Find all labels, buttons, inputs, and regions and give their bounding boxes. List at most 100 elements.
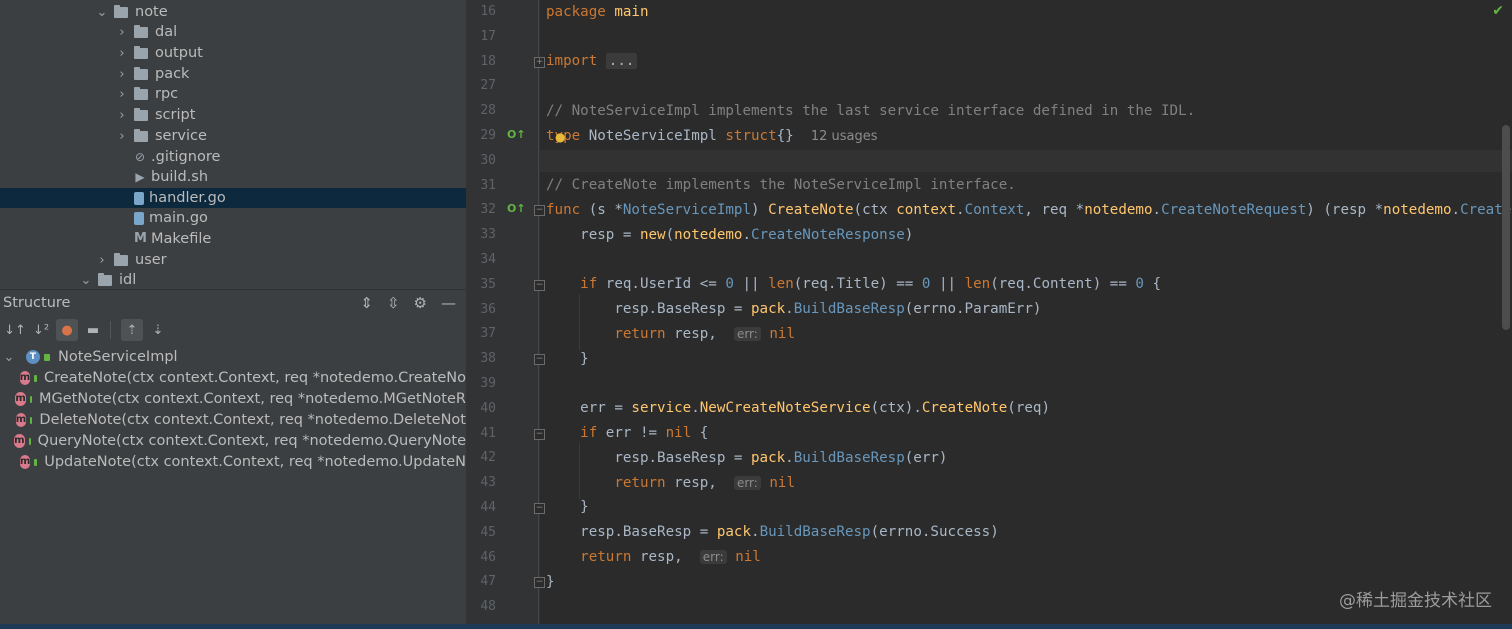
tree-item-label: service — [155, 128, 207, 144]
tree-item-rpc[interactable]: › rpc — [0, 84, 466, 104]
code-line-29[interactable]: type NoteServiceImpl struct{} 12 usages — [546, 126, 878, 147]
line-number: 33 — [480, 227, 496, 243]
structure-method-label: DeleteNote(ctx context.Context, req *not… — [39, 412, 466, 428]
structure-method[interactable]: m CreateNote(ctx context.Context, req *no… — [0, 368, 466, 388]
tree-item-build-sh[interactable]: ▶ build.sh — [0, 167, 466, 187]
tree-item-label: rpc — [155, 86, 179, 102]
tree-item-output[interactable]: › output — [0, 43, 466, 63]
fold-icon[interactable]: − — [534, 577, 545, 588]
show-fields-icon[interactable]: ● — [56, 319, 78, 341]
structure-method[interactable]: m QueryNote(ctx context.Context, req *not… — [0, 431, 466, 451]
code-line-46[interactable]: return resp, err: nil — [546, 547, 761, 567]
code-line-42[interactable]: resp.BaseResp = pack.BuildBaseResp(err) — [546, 448, 947, 468]
type-icon: T — [26, 350, 40, 364]
tree-item-label: dal — [155, 24, 178, 40]
show-folder-icon[interactable]: ▬ — [82, 319, 104, 341]
tree-item-makefile[interactable]: M Makefile — [0, 229, 466, 249]
fold-icon[interactable]: − — [534, 354, 545, 365]
line-number: 29 — [480, 128, 496, 143]
fold-icon[interactable]: − — [534, 503, 545, 514]
autoscroll-from-source-icon[interactable]: ⇣ — [147, 319, 169, 341]
code-line-35[interactable]: if req.UserId <= 0 || len(req.Title) == … — [546, 274, 1161, 294]
tree-item-dal[interactable]: › dal — [0, 22, 466, 42]
tree-item-pack[interactable]: › pack — [0, 64, 466, 84]
method-icon: m — [15, 392, 26, 406]
minimize-icon[interactable]: — — [441, 294, 456, 312]
autoscroll-to-source-icon[interactable]: ⇡ — [121, 319, 143, 341]
folder-icon — [134, 128, 148, 142]
tree-item-main-go[interactable]: main.go — [0, 208, 466, 228]
sort-by-visibility-icon[interactable]: ↓↑ — [4, 319, 26, 341]
fold-icon[interactable]: − — [534, 205, 545, 216]
tree-item-label: handler.go — [149, 190, 226, 206]
usages-hint[interactable]: 12 usages — [811, 129, 878, 144]
chevron-right-icon[interactable]: › — [116, 25, 128, 40]
code-line-41[interactable]: if err != nil { — [546, 423, 708, 443]
chevron-right-icon[interactable]: › — [116, 129, 128, 144]
code-line-43[interactable]: return resp, err: nil — [546, 473, 795, 493]
expand-all-icon[interactable]: ⇕ — [360, 294, 373, 312]
chevron-right-icon[interactable]: › — [116, 108, 128, 123]
code-line-47[interactable]: } — [546, 572, 555, 592]
line-number: 28 — [480, 103, 496, 119]
structure-method[interactable]: m MGetNote(ctx context.Context, req *note… — [0, 389, 466, 409]
tree-item-label: user — [135, 252, 167, 268]
structure-toolbar: ↓↑ ↓² ● ▬ ⇡ ⇣ — [0, 316, 466, 344]
folder-icon — [134, 24, 148, 38]
code-line-36[interactable]: resp.BaseResp = pack.BuildBaseResp(errno… — [546, 299, 1041, 319]
implements-gutter-icon[interactable]: O↑ — [507, 128, 526, 144]
code-line-40[interactable]: err = service.NewCreateNoteService(ctx).… — [546, 398, 1050, 418]
tree-item-gitignore[interactable]: ⊘ .gitignore — [0, 147, 466, 167]
gear-icon[interactable]: ⚙ — [414, 294, 427, 312]
code-line-31[interactable]: // CreateNote implements the NoteService… — [546, 175, 1016, 195]
fold-icon[interactable]: − — [534, 280, 545, 291]
sort-alphabetically-icon[interactable]: ↓² — [30, 319, 52, 341]
structure-root[interactable]: ⌄ T NoteServiceImpl — [0, 347, 466, 367]
tree-item-service[interactable]: › service — [0, 126, 466, 146]
structure-method[interactable]: m UpdateNote(ctx context.Context, req *no… — [0, 452, 466, 472]
structure-header: Structure ⇕ ⇳ ⚙ — — [0, 289, 466, 316]
chevron-down-icon: ⌄ — [3, 349, 15, 365]
fold-icon[interactable]: − — [534, 429, 545, 440]
tree-item-label: build.sh — [151, 169, 209, 185]
line-number: 27 — [480, 78, 496, 94]
chevron-right-icon[interactable]: › — [116, 87, 128, 102]
chevron-right-icon[interactable]: › — [116, 46, 128, 61]
chevron-right-icon[interactable]: › — [116, 67, 128, 82]
code-line-44[interactable]: } — [546, 497, 589, 517]
tree-item-handler-go[interactable]: handler.go — [0, 188, 466, 208]
makefile-icon: M — [134, 231, 147, 246]
chevron-down-icon[interactable]: ⌄ — [80, 273, 92, 288]
line-number: 47 — [480, 574, 496, 590]
tree-item-user[interactable]: › user — [0, 250, 466, 270]
code-line-28[interactable]: // NoteServiceImpl implements the last s… — [546, 101, 1195, 121]
code-line-18[interactable]: import ... — [546, 51, 638, 71]
folder-icon — [134, 66, 148, 80]
structure-method[interactable]: m DeleteNote(ctx context.Context, req *no… — [0, 410, 466, 430]
chevron-down-icon[interactable]: ⌄ — [96, 5, 108, 20]
code-line-37[interactable]: return resp, err: nil — [546, 324, 795, 344]
tree-item-label: note — [135, 4, 168, 20]
code-line-45[interactable]: resp.BaseResp = pack.BuildBaseResp(errno… — [546, 522, 999, 542]
line-number: 44 — [480, 500, 496, 515]
line-number: 39 — [480, 376, 496, 391]
editor-scrollbar[interactable] — [1502, 125, 1510, 330]
tree-item-script[interactable]: › script — [0, 105, 466, 125]
code-line-38[interactable]: } — [546, 349, 589, 369]
line-number: 36 — [480, 301, 496, 317]
chevron-right-icon[interactable]: › — [96, 253, 108, 268]
line-number: 43 — [480, 475, 496, 491]
tree-item-idl[interactable]: ⌄ idl — [0, 270, 466, 290]
line-number: 41 — [480, 425, 496, 441]
code-line-32[interactable]: func (s *NoteServiceImpl) CreateNote(ctx… — [546, 200, 1512, 220]
watermark: @稀土掘金技术社区 — [1339, 591, 1492, 611]
method-icon: m — [14, 434, 25, 448]
collapse-all-icon[interactable]: ⇳ — [387, 294, 400, 312]
implements-gutter-icon[interactable]: O↑ — [507, 202, 526, 218]
code-line-33[interactable]: resp = new(notedemo.CreateNoteResponse) — [546, 225, 913, 245]
public-lock-icon — [30, 416, 33, 424]
fold-expand-icon[interactable]: + — [534, 57, 545, 68]
tree-item-note[interactable]: ⌄ note — [0, 2, 466, 22]
code-line-16[interactable]: package main — [546, 2, 649, 22]
lightbulb-icon[interactable]: ● — [555, 130, 565, 144]
